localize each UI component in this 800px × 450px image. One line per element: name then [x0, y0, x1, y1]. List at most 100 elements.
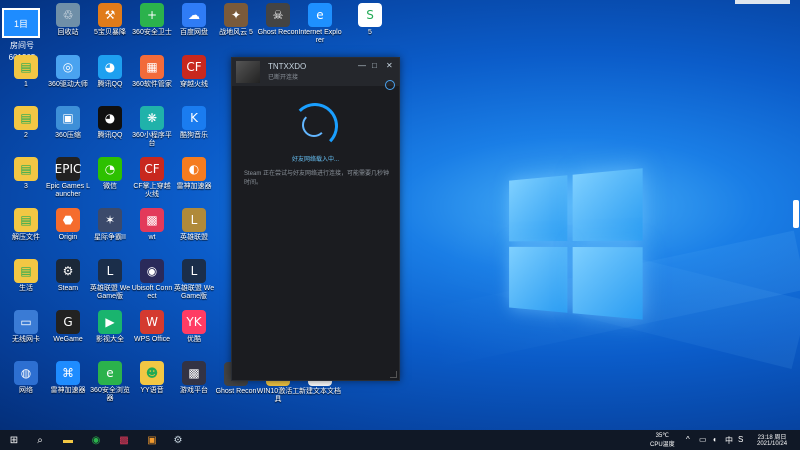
tray-icon[interactable]: ^: [686, 435, 690, 444]
maximize-button[interactable]: □: [372, 61, 377, 70]
desktop-icon[interactable]: ⬣ Origin: [48, 208, 88, 242]
desktop-icon[interactable]: ◎ 360驱动大师: [48, 55, 88, 89]
desktop-icon[interactable]: ◕ 腾讯QQ: [90, 106, 130, 140]
desktop-icon-label: Epic Games Launcher: [46, 183, 90, 199]
desktop-icon[interactable]: ▩ 游戏平台: [174, 361, 214, 395]
tray-icon[interactable]: ▭: [699, 435, 707, 444]
desktop-icon[interactable]: CF CF掌上穿越火线: [132, 157, 172, 199]
app-icon: ☠: [266, 3, 290, 27]
taskbar-wt-app-icon[interactable]: ▩: [116, 432, 132, 448]
desktop-icon[interactable]: ☠ Ghost Recon: [258, 3, 298, 37]
desktop-icon-label: WPS Office: [130, 336, 174, 344]
desktop-icon-label: 英雄联盟: [172, 234, 216, 242]
desktop-icon-label: Steam: [46, 285, 90, 293]
desktop-icon[interactable]: ▤ 3: [6, 157, 46, 191]
app-icon: ▶: [98, 310, 122, 334]
friends-status-icon[interactable]: [385, 80, 395, 90]
desktop-icon[interactable]: ✶ 星际争霸II: [90, 208, 130, 242]
taskbar-game-app-icon[interactable]: ▣: [144, 432, 160, 448]
side-handle[interactable]: [793, 200, 799, 228]
desktop-icon[interactable]: ◉ Ubisoft Connect: [132, 259, 172, 301]
app-icon: S: [358, 3, 382, 27]
tray-icon[interactable]: 中: [725, 435, 733, 446]
clock-date: 2021/10/24: [757, 441, 787, 447]
desktop-icon[interactable]: G WeGame: [48, 310, 88, 344]
desktop-icon[interactable]: L 英雄联盟 WeGame版: [174, 259, 214, 301]
desktop-icon[interactable]: ▤ 2: [6, 106, 46, 140]
desktop-icon[interactable]: ◕ 腾讯QQ: [90, 55, 130, 89]
desktop-icon-label: 360小程序平台: [130, 132, 174, 148]
taskbar-steam-icon[interactable]: ⚙: [170, 432, 186, 448]
taskbar-search-icon[interactable]: ⌕: [32, 432, 48, 448]
desktop-icon[interactable]: e 360安全浏览器: [90, 361, 130, 403]
desktop-icon[interactable]: EPIC Epic Games Launcher: [48, 157, 88, 199]
loading-spinner-inner: [302, 113, 326, 137]
app-icon: ◕: [98, 106, 122, 130]
clock-time: 23:18 周日: [757, 432, 787, 441]
tray-icon[interactable]: ◖: [712, 435, 717, 444]
room-badge-title: 1目: [2, 8, 40, 38]
desktop-icon[interactable]: YK 优酷: [174, 310, 214, 344]
desktop-icon[interactable]: ⚒ 5宝贝暴降: [90, 3, 130, 37]
taskbar-start-icon[interactable]: ⊞: [6, 432, 22, 448]
desktop-icon[interactable]: ▤ 1: [6, 55, 46, 89]
user-avatar[interactable]: [236, 61, 260, 83]
desktop-icon[interactable]: ❋ 360小程序平台: [132, 106, 172, 148]
taskbar-file-explorer-icon[interactable]: ▬: [60, 432, 76, 448]
desktop-icon-label: 英雄联盟 WeGame版: [88, 285, 132, 301]
weather-widget[interactable]: 35℃ CPU温度: [650, 432, 675, 448]
desktop-icon[interactable]: ⚙ Steam: [48, 259, 88, 293]
desktop-icon[interactable]: ◍ 网络: [6, 361, 46, 395]
desktop-icon[interactable]: ☁ 百度网盘: [174, 3, 214, 37]
desktop-icon[interactable]: e Internet Explorer: [300, 3, 340, 45]
desktop-icon[interactable]: ▶ 影视大全: [90, 310, 130, 344]
desktop-icon-label: 360安全浏览器: [88, 387, 132, 403]
steam-title-bar[interactable]: TNTXXDO 已断开连接 — □ ✕: [232, 58, 399, 86]
desktop-icon[interactable]: ▤ 解压文件: [6, 208, 46, 242]
taskbar-360-browser-icon[interactable]: ◉: [88, 432, 104, 448]
desktop-icon[interactable]: +360安全卫士: [132, 3, 172, 37]
desktop-icon[interactable]: ⌘ 雷神加速器: [48, 361, 88, 395]
desktop-icon[interactable]: ◔ 微信: [90, 157, 130, 191]
desktop-icon-label: 雷神加速器: [46, 387, 90, 395]
desktop-icon-label: 新建文本文档: [298, 388, 342, 396]
desktop-icon[interactable]: L 英雄联盟: [174, 208, 214, 242]
desktop-icon-label: Internet Explorer: [298, 29, 342, 45]
tray-icon[interactable]: S: [738, 435, 743, 444]
desktop-icon[interactable]: ♲ 回收站: [48, 3, 88, 37]
loading-text: 好友网络载入中...: [232, 154, 399, 163]
app-icon: CF: [140, 157, 164, 181]
desktop-icon[interactable]: ▦ 360软件管家: [132, 55, 172, 89]
app-icon: L: [182, 259, 206, 283]
app-icon: ◍: [14, 361, 38, 385]
desktop-icon[interactable]: ✦ 战地风云 5: [216, 3, 256, 37]
minimize-button[interactable]: —: [358, 61, 366, 70]
desktop-icon-label: 1: [4, 81, 48, 89]
desktop-icon-label: WIN10激活工具: [256, 388, 300, 404]
desktop-icon[interactable]: ▣ 360压缩: [48, 106, 88, 140]
close-button[interactable]: ✕: [386, 61, 393, 70]
desktop-icon[interactable]: ▩ wt: [132, 208, 172, 242]
desktop-icon[interactable]: W WPS Office: [132, 310, 172, 344]
desktop-icon[interactable]: ◐ 雷神加速器: [174, 157, 214, 191]
desktop-icon-label: 生活: [4, 285, 48, 293]
desktop-icon[interactable]: ☻ YY语音: [132, 361, 172, 395]
steam-friends-window: TNTXXDO 已断开连接 — □ ✕ 好友网络载入中... Steam 正在尝…: [231, 57, 400, 381]
desktop-icon[interactable]: K 酷狗音乐: [174, 106, 214, 140]
app-icon: e: [98, 361, 122, 385]
desktop-icon[interactable]: CF 穿越火线: [174, 55, 214, 89]
resize-grip[interactable]: [390, 371, 397, 378]
app-icon: +: [140, 3, 164, 27]
desktop-icon[interactable]: L 英雄联盟 WeGame版: [90, 259, 130, 301]
clock[interactable]: 23:18 周日 2021/10/24: [757, 432, 787, 447]
desktop-icon[interactable]: ▭ 无线网卡: [6, 310, 46, 344]
app-icon: ▩: [140, 208, 164, 232]
desktop-icon[interactable]: S5: [350, 3, 390, 37]
desktop-icon[interactable]: ▤ 生活: [6, 259, 46, 293]
windows-logo: [509, 168, 642, 322]
room-badge-subtitle: 房间号: [2, 40, 42, 51]
desktop-icon-label: 优酷: [172, 336, 216, 344]
desktop-icon-label: 影视大全: [88, 336, 132, 344]
desktop-icon-label: 战地风云 5: [214, 29, 258, 37]
app-icon: ▣: [56, 106, 80, 130]
